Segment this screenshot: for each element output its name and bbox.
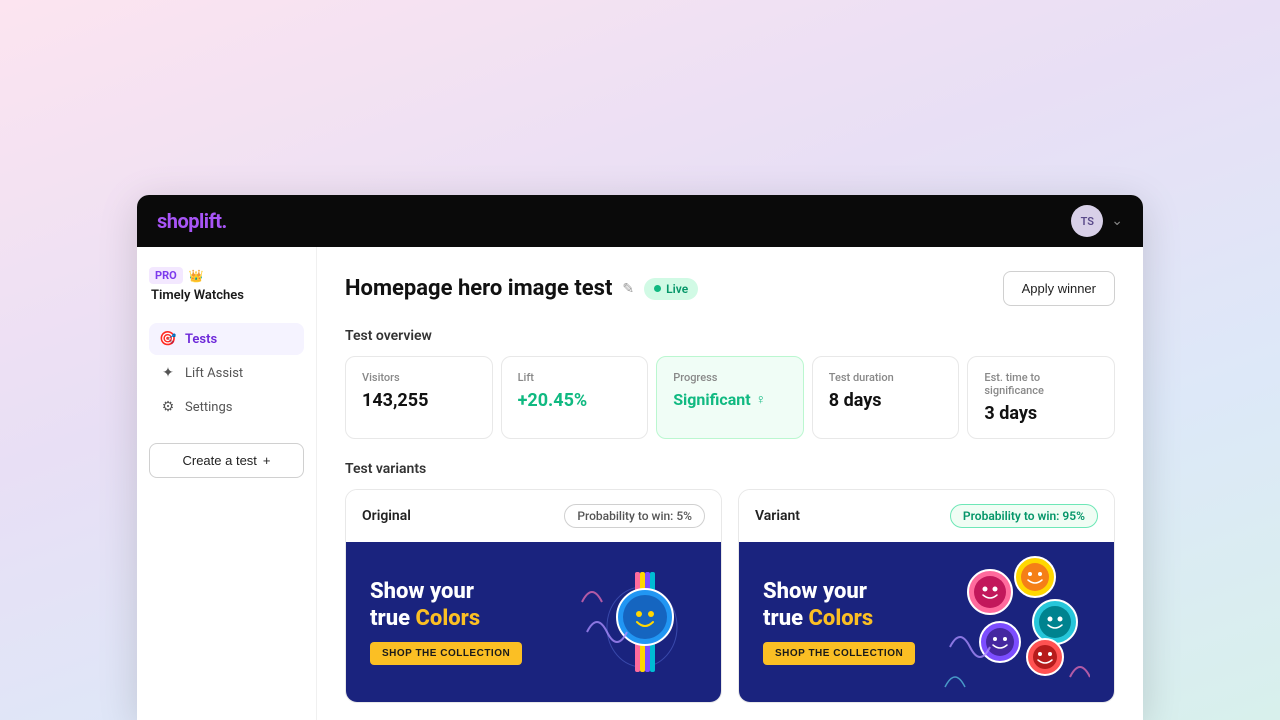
progress-value: Significant [673, 390, 750, 409]
tests-icon: 🎯 [159, 331, 177, 347]
ad-b-text: Show yourtrue Colors SHOP THE COLLECTION [763, 579, 915, 665]
topbar: shoplift. TS ⌄ [137, 195, 1143, 247]
variant-b-name: Variant [755, 508, 800, 524]
shop-collection-btn-b[interactable]: SHOP THE COLLECTION [763, 642, 915, 665]
sidebar: PRO 👑 Timely Watches 🎯 Tests ✦ Lift Assi… [137, 247, 317, 720]
sidebar-item-tests-label: Tests [185, 332, 217, 347]
workspace-name: Timely Watches [149, 288, 304, 303]
variant-original-name: Original [362, 508, 411, 524]
create-test-button[interactable]: Create a test + [149, 443, 304, 478]
variant-original-ad: Show yourtrue Colors SHOP THE COLLECTION [346, 542, 721, 702]
variant-b: Variant Probability to win: 95% Show you… [738, 489, 1115, 703]
variant-original-prob: Probability to win: 5% [564, 504, 705, 528]
stat-significance: Est. time to significance 3 days [967, 356, 1115, 439]
pro-label: PRO [149, 267, 183, 284]
sidebar-item-lift-assist[interactable]: ✦ Lift Assist [149, 357, 304, 389]
settings-icon: ⚙ [159, 399, 177, 415]
sidebar-item-tests[interactable]: 🎯 Tests [149, 323, 304, 355]
watch-svg-b [940, 547, 1090, 697]
edit-icon[interactable]: ✎ [622, 281, 634, 297]
lift-assist-icon: ✦ [159, 365, 177, 381]
page-title-row: Homepage hero image test ✎ Live [345, 276, 698, 301]
significance-label: Est. time to significance [984, 371, 1098, 397]
lift-value: +20.45% [518, 390, 632, 411]
topbar-right: TS ⌄ [1071, 205, 1123, 237]
duration-label: Test duration [829, 371, 943, 384]
significant-icon: ♀ [756, 391, 767, 408]
visitors-value: 143,255 [362, 390, 476, 411]
live-dot [654, 285, 661, 292]
stat-progress: Progress Significant ♀ [656, 356, 804, 439]
stat-visitors: Visitors 143,255 [345, 356, 493, 439]
live-badge: Live [644, 278, 698, 300]
page-title: Homepage hero image test [345, 276, 612, 301]
progress-label: Progress [673, 371, 787, 384]
visitors-label: Visitors [362, 371, 476, 384]
variant-b-header: Variant Probability to win: 95% [739, 490, 1114, 542]
lift-label: Lift [518, 371, 632, 384]
variant-original-header: Original Probability to win: 5% [346, 490, 721, 542]
pro-badge: PRO 👑 [149, 267, 304, 284]
duration-value: 8 days [829, 390, 943, 411]
significance-value: 3 days [984, 403, 1098, 424]
variant-b-ad: Show yourtrue Colors SHOP THE COLLECTION [739, 542, 1114, 702]
page-header: Homepage hero image test ✎ Live Apply wi… [345, 271, 1115, 306]
shop-collection-btn-original[interactable]: SHOP THE COLLECTION [370, 642, 522, 665]
variants-grid: Original Probability to win: 5% Show you… [345, 489, 1115, 703]
ad-original-text: Show yourtrue Colors SHOP THE COLLECTION [370, 579, 522, 665]
chevron-down-icon[interactable]: ⌄ [1111, 213, 1123, 229]
watch-svg-original [567, 552, 697, 692]
variant-b-prob: Probability to win: 95% [950, 504, 1098, 528]
stat-duration: Test duration 8 days [812, 356, 960, 439]
variants-label: Test variants [345, 461, 1115, 477]
app-window: shoplift. TS ⌄ PRO 👑 Timely Watches 🎯 Te… [137, 195, 1143, 720]
app-logo: shoplift. [157, 209, 227, 233]
stats-grid: Visitors 143,255 Lift +20.45% Progress S… [345, 356, 1115, 439]
create-test-label: Create a test [182, 453, 256, 468]
content-area: Homepage hero image test ✎ Live Apply wi… [317, 247, 1143, 720]
crown-icon: 👑 [189, 269, 204, 283]
test-overview-label: Test overview [345, 328, 1115, 344]
variant-original: Original Probability to win: 5% Show you… [345, 489, 722, 703]
apply-winner-button[interactable]: Apply winner [1003, 271, 1115, 306]
sidebar-item-lift-assist-label: Lift Assist [185, 366, 243, 381]
sidebar-item-settings[interactable]: ⚙ Settings [149, 391, 304, 423]
avatar[interactable]: TS [1071, 205, 1103, 237]
stat-lift: Lift +20.45% [501, 356, 649, 439]
live-status: Live [666, 282, 688, 296]
sidebar-nav: 🎯 Tests ✦ Lift Assist ⚙ Settings [149, 323, 304, 423]
sidebar-item-settings-label: Settings [185, 400, 232, 415]
progress-value-row: Significant ♀ [673, 390, 787, 409]
plus-icon: + [263, 453, 271, 468]
main-layout: PRO 👑 Timely Watches 🎯 Tests ✦ Lift Assi… [137, 247, 1143, 720]
